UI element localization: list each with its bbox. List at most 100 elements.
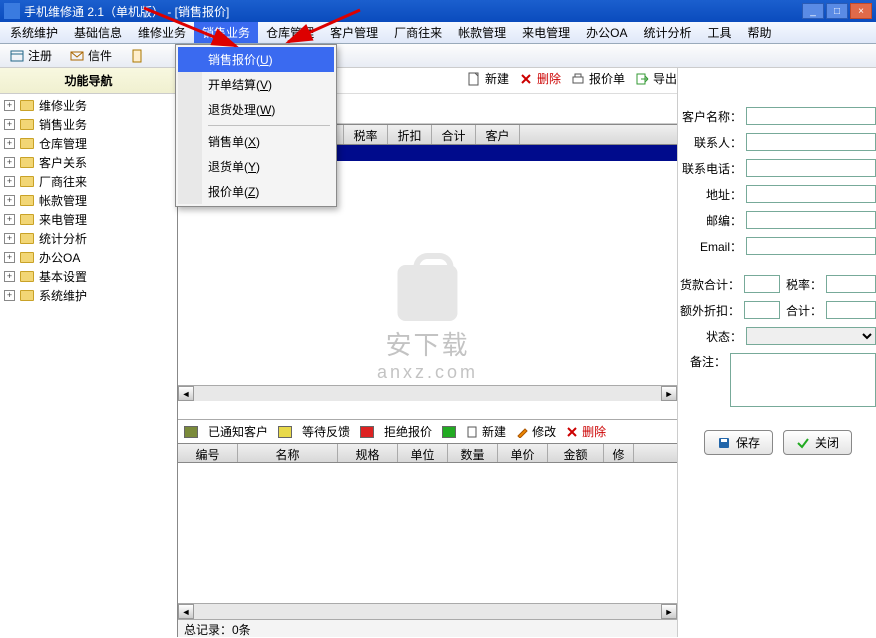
menu-item-销售单[interactable]: 销售单(X) (178, 129, 334, 154)
expand-icon[interactable]: + (4, 252, 15, 263)
export-button[interactable]: 导出 (635, 70, 677, 87)
menu-基础信息[interactable]: 基础信息 (66, 22, 130, 43)
expand-icon[interactable]: + (4, 119, 15, 130)
col2-数量[interactable]: 数量 (448, 444, 498, 462)
zip-input[interactable] (746, 211, 876, 229)
menu-来电管理[interactable]: 来电管理 (514, 22, 578, 43)
col2-编号[interactable]: 编号 (178, 444, 238, 462)
menu-item-退货单[interactable]: 退货单(Y) (178, 154, 334, 179)
menu-系统维护[interactable]: 系统维护 (2, 22, 66, 43)
maximize-button[interactable]: □ (826, 3, 848, 19)
menu-厂商往来[interactable]: 厂商往来 (386, 22, 450, 43)
tree-node-仓库管理[interactable]: +仓库管理 (4, 134, 173, 153)
scroll-right-icon[interactable]: ► (661, 604, 677, 619)
tree-node-厂商往来[interactable]: +厂商往来 (4, 172, 173, 191)
col-客户[interactable]: 客户 (476, 125, 520, 144)
left-nav-title: 功能导航 (0, 68, 177, 94)
phone-input[interactable] (746, 159, 876, 177)
col2-金额[interactable]: 金额 (548, 444, 604, 462)
addr-input[interactable] (746, 185, 876, 203)
sms-label: 信件 (88, 47, 112, 64)
col-合计[interactable]: 合计 (432, 125, 476, 144)
extra-disc-input[interactable] (744, 301, 780, 319)
menu-工具[interactable]: 工具 (700, 22, 740, 43)
row-email: Email： (680, 237, 876, 255)
col-税率[interactable]: 税率 (344, 125, 388, 144)
menu-统计分析[interactable]: 统计分析 (635, 22, 699, 43)
scroll-right-icon[interactable]: ► (661, 386, 677, 401)
close-form-button[interactable]: 关闭 (783, 430, 852, 455)
new-button[interactable]: 新建 (467, 70, 509, 87)
folder-icon (20, 119, 34, 130)
swatch-rejected (360, 426, 374, 438)
tree-node-帐款管理[interactable]: +帐款管理 (4, 191, 173, 210)
menu-帮助[interactable]: 帮助 (740, 22, 780, 43)
expand-icon[interactable]: + (4, 195, 15, 206)
col2-规格[interactable]: 规格 (338, 444, 398, 462)
expand-icon[interactable]: + (4, 138, 15, 149)
total-input[interactable] (826, 301, 876, 319)
expand-icon[interactable]: + (4, 100, 15, 111)
tree-node-办公OA[interactable]: +办公OA (4, 248, 173, 267)
menu-item-退货处理[interactable]: 退货处理(W) (178, 97, 334, 122)
scroll-left-icon[interactable]: ◄ (178, 604, 194, 619)
col2-名称[interactable]: 名称 (238, 444, 338, 462)
swatch-waiting (278, 426, 292, 438)
lbl-cust-name: 客户名称： (680, 108, 742, 125)
expand-icon[interactable]: + (4, 290, 15, 301)
menu-帐款管理[interactable]: 帐款管理 (450, 22, 514, 43)
expand-icon[interactable]: + (4, 214, 15, 225)
quote-label: 报价单 (589, 70, 625, 87)
col2-修[interactable]: 修 (604, 444, 634, 462)
app-icon (4, 3, 20, 19)
expand-icon[interactable]: + (4, 233, 15, 244)
goods-total-input[interactable] (744, 275, 780, 293)
email-input[interactable] (746, 237, 876, 255)
menu-办公OA[interactable]: 办公OA (578, 22, 635, 43)
scroll-track[interactable] (194, 386, 661, 401)
memo-input[interactable] (730, 353, 876, 407)
titlebar: 手机维修通 2.1（单机版） - [销售报价] _ □ × (0, 0, 876, 22)
tree-node-销售业务[interactable]: +销售业务 (4, 115, 173, 134)
col2-单价[interactable]: 单价 (498, 444, 548, 462)
quotes-grid-hscroll[interactable]: ◄ ► (178, 385, 677, 401)
state-select[interactable] (746, 327, 876, 345)
detail-new-button[interactable]: 新建 (466, 423, 506, 440)
tree-node-维修业务[interactable]: +维修业务 (4, 96, 173, 115)
lbl-phone: 联系电话： (680, 160, 742, 177)
tax-input[interactable] (826, 275, 876, 293)
minimize-button[interactable]: _ (802, 3, 824, 19)
cust-name-input[interactable] (746, 107, 876, 125)
save-button[interactable]: 保存 (704, 430, 773, 455)
quote-button[interactable]: 报价单 (571, 70, 625, 87)
menu-item-报价单[interactable]: 报价单(Z) (178, 179, 334, 204)
scroll-track[interactable] (194, 604, 661, 619)
check-icon (796, 436, 810, 450)
col2-单位[interactable]: 单位 (398, 444, 448, 462)
items-grid-body[interactable] (178, 463, 677, 603)
tree-node-客户关系[interactable]: +客户关系 (4, 153, 173, 172)
tree-node-基本设置[interactable]: +基本设置 (4, 267, 173, 286)
close-button[interactable]: × (850, 3, 872, 19)
detail-edit-button[interactable]: 修改 (516, 423, 556, 440)
delete-button[interactable]: 删除 (519, 70, 561, 87)
col-折扣[interactable]: 折扣 (388, 125, 432, 144)
sms-button[interactable]: 信件 (66, 45, 116, 66)
detail-delete-button[interactable]: 删除 (566, 423, 606, 440)
tree-node-系统维护[interactable]: +系统维护 (4, 286, 173, 305)
edit-icon (516, 426, 528, 438)
expand-icon[interactable]: + (4, 176, 15, 187)
menu-item-开单结算[interactable]: 开单结算(V) (178, 72, 334, 97)
tree-node-统计分析[interactable]: +统计分析 (4, 229, 173, 248)
watermark: 安下载 anxz.com (377, 265, 478, 383)
register-button[interactable]: 注册 (6, 45, 56, 66)
row-cust-name: 客户名称： (680, 107, 876, 125)
contact-input[interactable] (746, 133, 876, 151)
legend-bar: 已通知客户 等待反馈 拒绝报价 新建 修改 删除 (178, 419, 677, 443)
expand-icon[interactable]: + (4, 271, 15, 282)
scroll-left-icon[interactable]: ◄ (178, 386, 194, 401)
tree-node-来电管理[interactable]: +来电管理 (4, 210, 173, 229)
items-grid-hscroll[interactable]: ◄ ► (178, 603, 677, 619)
row-addr: 地址： (680, 185, 876, 203)
expand-icon[interactable]: + (4, 157, 15, 168)
